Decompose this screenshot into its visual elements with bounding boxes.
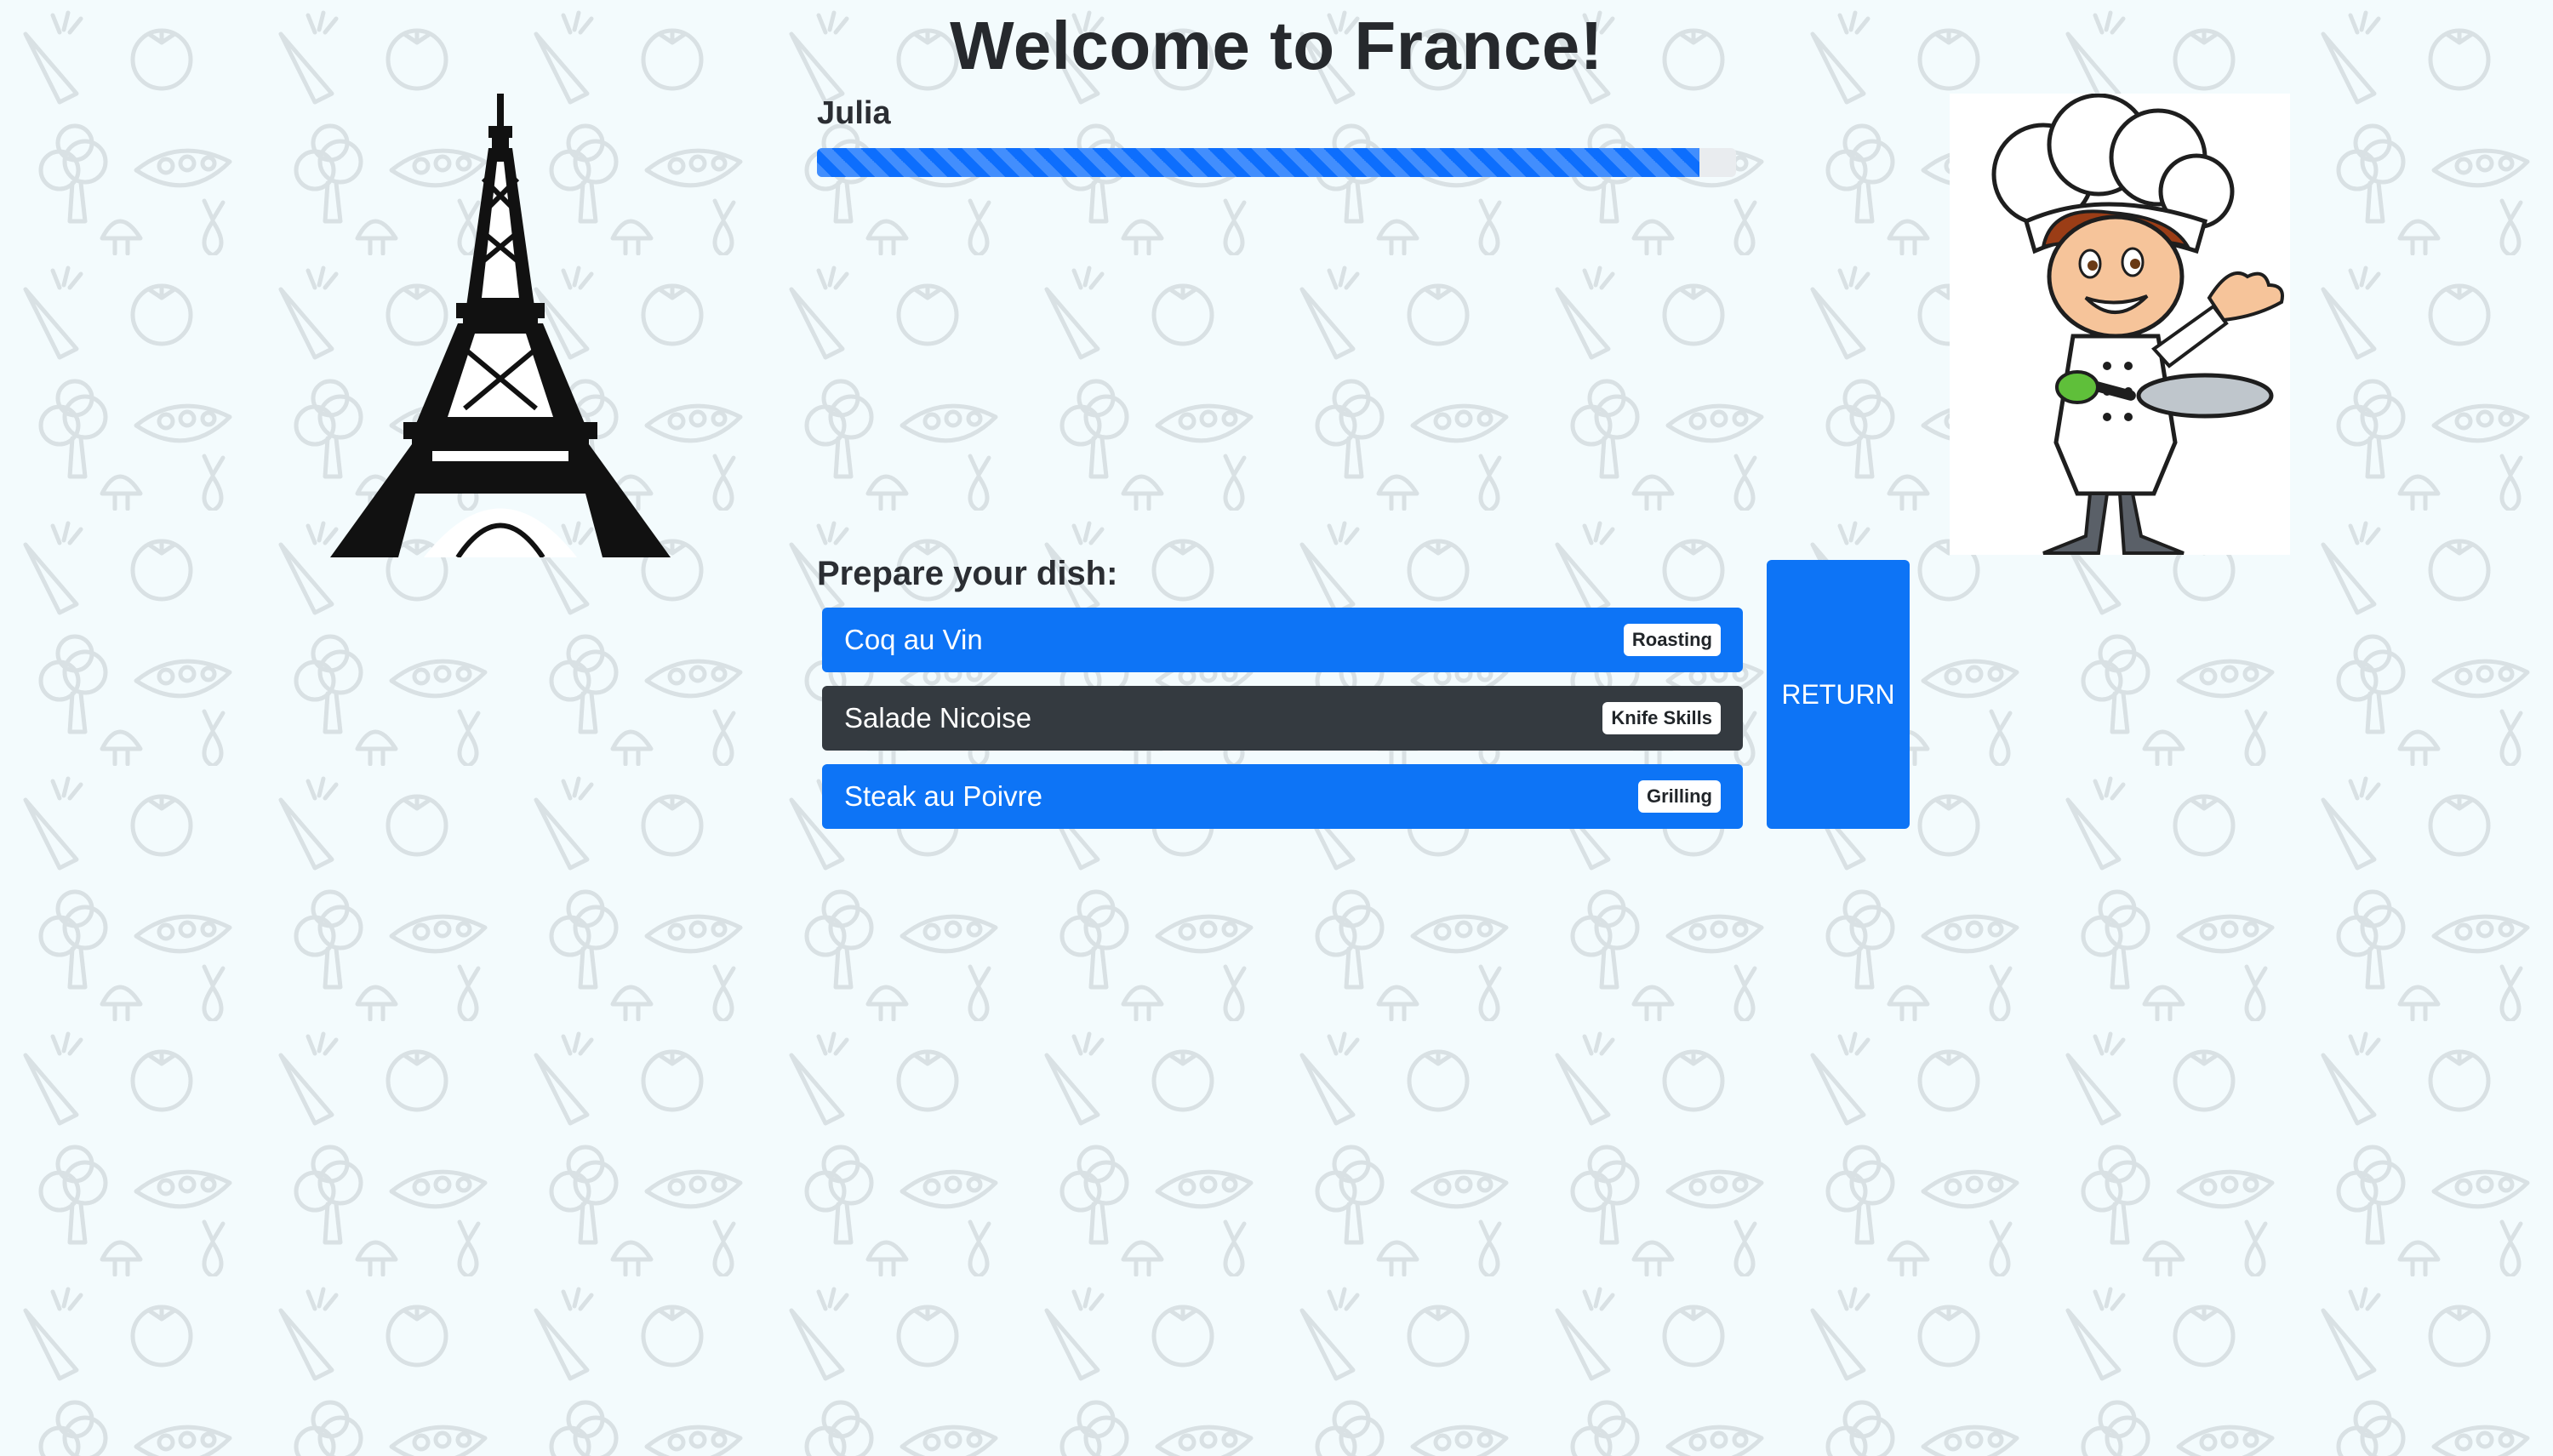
- progress-bar: [817, 148, 1736, 177]
- progress-bar-fill: [817, 148, 1699, 177]
- return-button[interactable]: RETURN: [1767, 560, 1910, 829]
- dish-list: Coq au Vin Roasting Salade Nicoise Knife…: [822, 608, 1743, 842]
- prepare-dish-heading: Prepare your dish:: [817, 555, 1118, 592]
- dish-item-salade-nicoise[interactable]: Salade Nicoise Knife Skills: [822, 686, 1743, 751]
- skill-badge: Grilling: [1638, 780, 1721, 813]
- player-name: Julia: [817, 95, 891, 131]
- skill-badge: Knife Skills: [1602, 702, 1721, 734]
- dish-name: Salade Nicoise: [844, 702, 1032, 734]
- dish-name: Coq au Vin: [844, 624, 983, 655]
- page-title: Welcome to France!: [950, 8, 1603, 83]
- dish-item-coq-au-vin[interactable]: Coq au Vin Roasting: [822, 608, 1743, 672]
- chef-illustration: [1950, 93, 2290, 555]
- dish-item-steak-au-poivre[interactable]: Steak au Poivre Grilling: [822, 764, 1743, 829]
- skill-badge: Roasting: [1623, 624, 1721, 656]
- eiffel-tower-icon: [330, 94, 671, 557]
- dish-name: Steak au Poivre: [844, 780, 1042, 812]
